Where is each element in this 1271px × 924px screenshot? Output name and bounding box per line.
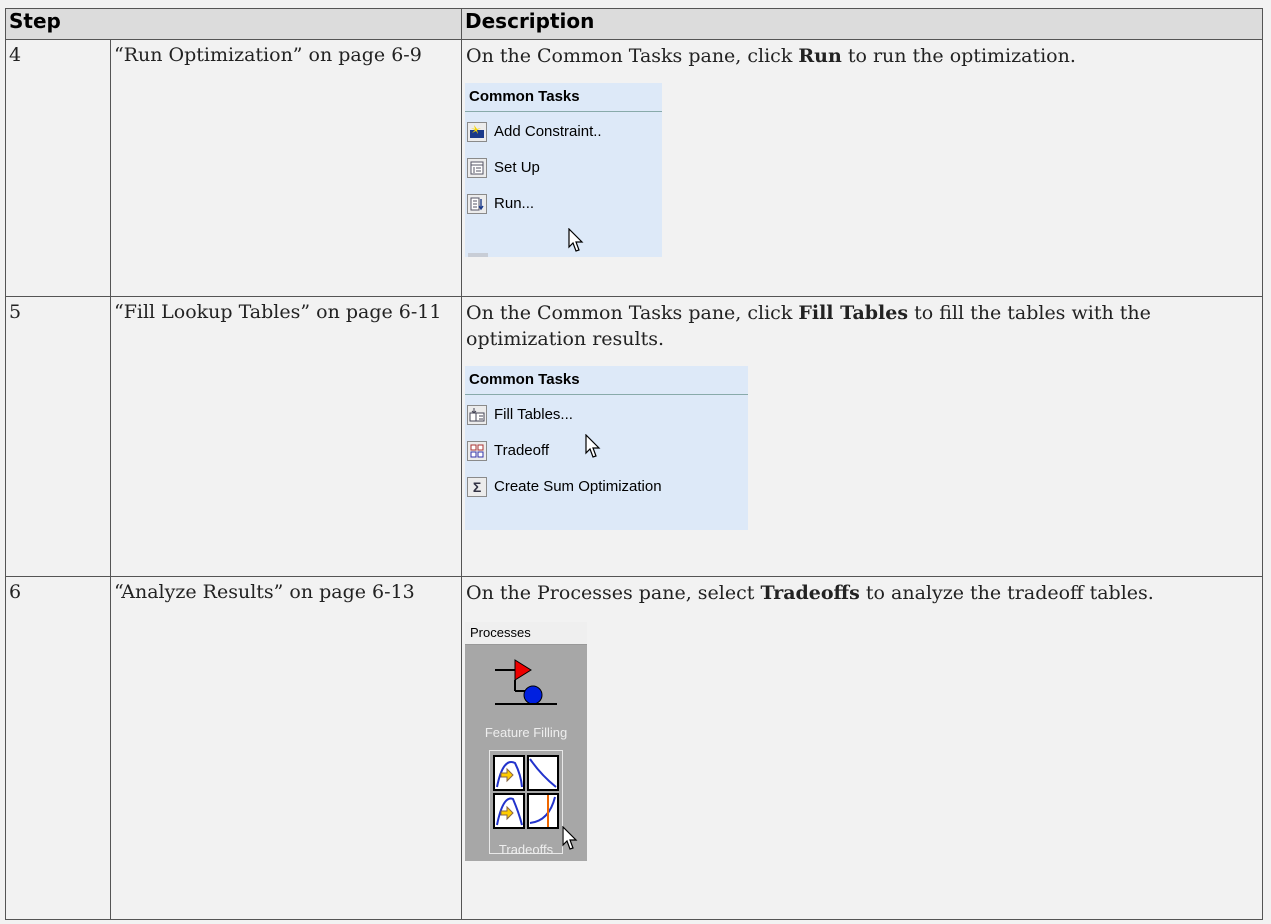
step-description: On the Processes pane, select Tradeoffs … [461,576,1264,920]
setup-icon [467,158,488,178]
sigma-icon: Σ [467,477,488,497]
header-step: Step [4,8,463,40]
pane-title: Processes [465,622,588,645]
bold-term: Fill Tables [798,302,909,324]
tradeoff-icon [467,441,488,461]
create-sum-optimization-item[interactable]: Σ Create Sum Optimization [465,469,748,505]
table-header-row: Step Description [4,8,1264,40]
pane-title: Common Tasks [465,83,663,112]
common-tasks-pane: Common Tasks Add Constraint.. Set Up Run… [465,83,663,257]
run-item[interactable]: Run... [465,186,662,222]
description-text: On the Common Tasks pane, click Fill Tab… [466,302,1151,350]
feature-filling-label: Feature Filling [484,725,568,740]
step-number: 5 [5,296,111,577]
tradeoffs-label: Tradeoffs [498,842,554,857]
pane-title: Common Tasks [465,366,749,395]
run-icon [467,194,488,214]
partial-icon [468,253,489,257]
step-link[interactable]: “Fill Lookup Tables” on page 6-11 [109,296,463,577]
add-constraint-icon [467,122,488,142]
table-row: 6 “Analyze Results” on page 6-13 On the … [5,576,1264,920]
feature-filling-icon [495,659,558,705]
step-number: 6 [5,576,111,920]
processes-pane: Processes Feature Filling Tradeoffs [465,622,588,861]
step-description: On the Common Tasks pane, click Fill Tab… [461,296,1264,577]
mouse-cursor-icon [585,434,601,458]
tradeoff-item[interactable]: Tradeoff [465,433,748,469]
tradeoffs-icon [493,755,560,829]
step-link[interactable]: “Analyze Results” on page 6-13 [109,576,463,920]
description-text: On the Processes pane, select Tradeoffs … [466,582,1154,604]
table-row: 4 “Run Optimization” on page 6-9 On the … [5,39,1264,297]
bold-term: Run [798,45,842,67]
step-description: On the Common Tasks pane, click Run to r… [461,39,1264,297]
fill-tables-icon [467,405,488,425]
feature-filling-button[interactable]: Feature Filling [465,645,587,746]
set-up-item[interactable]: Set Up [465,150,662,186]
fill-tables-item[interactable]: Fill Tables... [465,397,748,433]
tradeoffs-button[interactable]: Tradeoffs [489,750,564,857]
description-text: On the Common Tasks pane, click Run to r… [466,45,1076,67]
step-link[interactable]: “Run Optimization” on page 6-9 [109,39,463,297]
bold-term: Tradeoffs [760,582,860,604]
mouse-cursor-icon [562,826,578,850]
step-number: 4 [5,39,111,297]
add-constraint-item[interactable]: Add Constraint.. [465,114,662,150]
header-description: Description [461,8,1264,40]
steps-table: Step Description 4 “Run Optimization” on… [4,8,1264,920]
common-tasks-pane: Common Tasks Fill Tables... Tradeoff Σ Cr… [465,366,749,530]
mouse-cursor-icon [568,228,584,252]
table-row: 5 “Fill Lookup Tables” on page 6-11 On t… [5,296,1264,577]
